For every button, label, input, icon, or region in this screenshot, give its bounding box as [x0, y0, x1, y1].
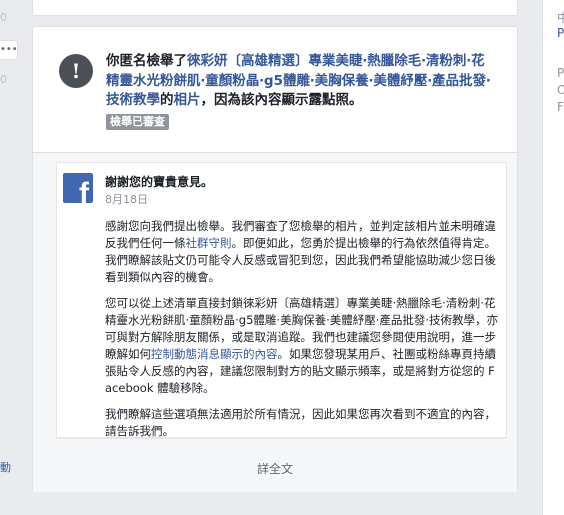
- left-action-link[interactable]: 動: [0, 459, 11, 475]
- message-paragraph: 我們瞭解這些選項無法適用於所有情況，因此如果您再次看到不適宜的內容，請告訴我們。: [105, 407, 496, 438]
- left-column: ••• 0 0 動: [0, 0, 22, 515]
- more-options-icon[interactable]: •••: [0, 40, 18, 60]
- view-full-link[interactable]: 詳全文: [33, 460, 517, 477]
- message-area: f 謝謝您的寶貴意見。 8月18日 感謝您向我們提出檢舉。我們審查了您檢舉的相片…: [33, 153, 517, 492]
- divider: [56, 438, 507, 439]
- notice-possessive: 的: [160, 92, 174, 108]
- count-label: 0: [0, 73, 7, 86]
- exclamation-circle-icon: !: [59, 54, 93, 88]
- right-item: 中: [557, 11, 564, 25]
- notice-text: 你匿名檢舉了徠彩妍〔高雄精選〕專業美睫‧熱臘除毛‧清粉刺‧花精靈水光粉餅肌‧童顏…: [106, 52, 498, 131]
- message-title: 謝謝您的寶貴意見。: [105, 175, 214, 189]
- count-label: 0: [0, 11, 7, 24]
- message-body: 感謝您向我們提出檢舉。我們審查了您檢舉的相片，並判定該相片並未明確違反我們任何一…: [105, 218, 499, 449]
- right-item: O: [557, 83, 564, 97]
- message-box: f 謝謝您的寶貴意見。 8月18日 感謝您向我們提出檢舉。我們審查了您檢舉的相片…: [56, 162, 507, 438]
- facebook-logo-icon: f: [63, 173, 93, 203]
- photo-link[interactable]: 相片: [174, 92, 201, 108]
- right-item: F: [557, 100, 564, 114]
- message-paragraph: 感謝您向我們提出檢舉。我們審查了您檢舉的相片，並判定該相片並未明確違反我們任何一…: [105, 218, 499, 286]
- status-badge: 檢舉已審查: [106, 113, 169, 130]
- message-date: 8月18日: [105, 193, 148, 206]
- right-item: P: [557, 66, 564, 80]
- community-standards-link[interactable]: 社群守則: [186, 236, 232, 250]
- right-link[interactable]: P: [557, 26, 564, 40]
- support-inbox-card: ! 你匿名檢舉了徠彩妍〔高雄精選〕專業美睫‧熱臘除毛‧清粉刺‧花精靈水光粉餅肌‧…: [32, 26, 518, 492]
- news-feed-control-link[interactable]: 控制動態消息顯示的內容: [151, 347, 278, 361]
- previous-card: [32, 0, 518, 16]
- notice-prefix: 你匿名檢舉了: [106, 53, 187, 69]
- message-paragraph: 您可以從上述清單直接封鎖徠彩妍〔高雄精選〕專業美睫‧熱臘除毛‧清粉刺‧花精靈水光…: [105, 295, 499, 397]
- right-column: 中 P P O F: [542, 0, 564, 515]
- notice-suffix: ，因為該內容顯示露點照。: [200, 92, 363, 108]
